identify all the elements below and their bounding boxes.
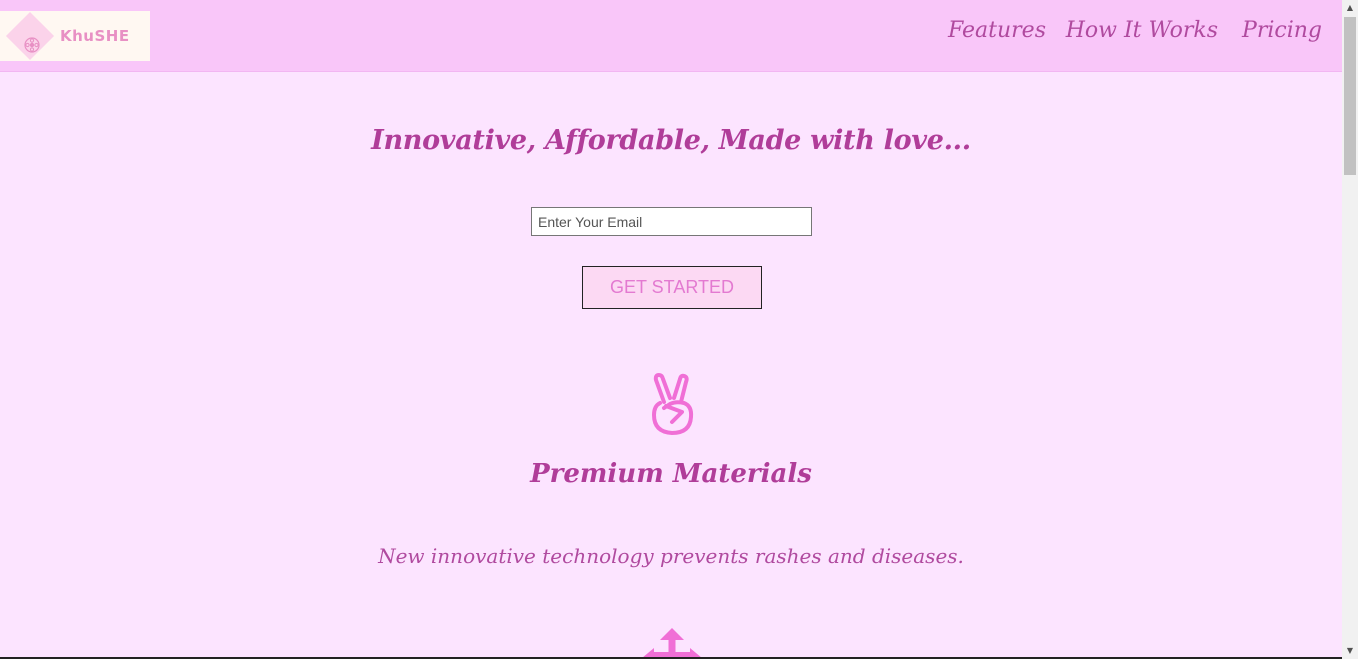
hero-title: Innovative, Affordable, Made with love..…: [371, 125, 971, 156]
get-started-button[interactable]: GET STARTED: [582, 266, 762, 309]
nav-link-how-it-works[interactable]: How It Works: [1066, 18, 1218, 43]
vertical-scrollbar[interactable]: ▲ ▼: [1342, 0, 1358, 659]
peace-hand-icon: [652, 373, 694, 435]
nav-link-features[interactable]: Features: [948, 18, 1046, 43]
email-input[interactable]: [531, 207, 812, 236]
feature-description: New innovative technology prevents rashe…: [378, 544, 964, 568]
logo-text: KhuSHE: [60, 27, 130, 45]
nav-link-pricing[interactable]: Pricing: [1242, 18, 1322, 43]
arrows-icon: [642, 628, 702, 659]
logo[interactable]: KhuSHE: [0, 11, 150, 61]
page: KhuSHE Features How It Works Pricing Inn…: [0, 0, 1342, 659]
scrollbar-thumb[interactable]: [1344, 17, 1356, 175]
scroll-up-arrow-icon[interactable]: ▲: [1342, 0, 1358, 16]
feature-title: Premium Materials: [530, 459, 812, 489]
scroll-down-arrow-icon[interactable]: ▼: [1342, 643, 1358, 659]
top-nav-bar: KhuSHE Features How It Works Pricing: [0, 0, 1342, 72]
flower-icon: [24, 37, 40, 53]
